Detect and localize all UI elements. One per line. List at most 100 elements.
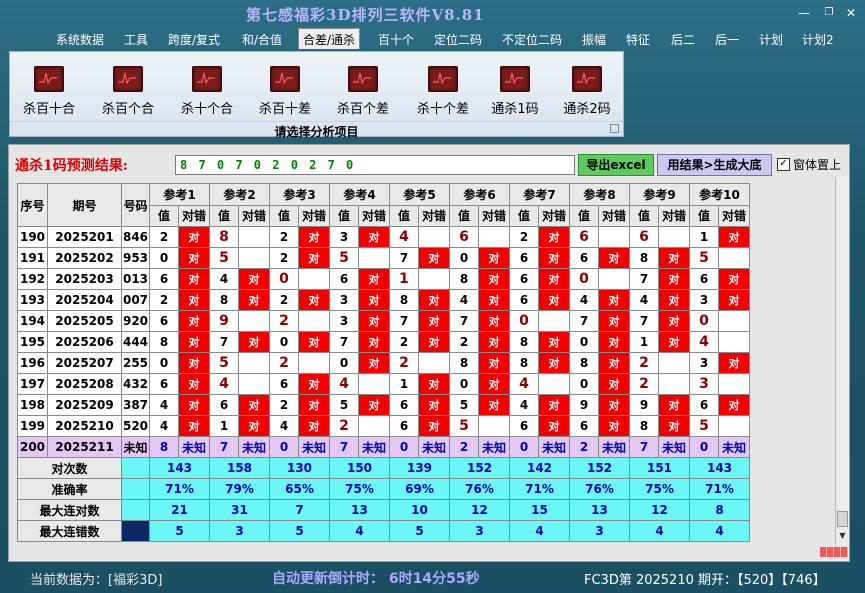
menu-plan2[interactable]: 计划2 <box>802 31 834 48</box>
result-cell: 对 <box>478 289 510 311</box>
ribbon-button-4[interactable]: 杀百十差 <box>250 66 320 117</box>
result-cell <box>658 226 690 248</box>
stats-row: 最大连对数 21 31 7 13 10 12 15 13 12 8 <box>17 499 750 521</box>
menu-span[interactable]: 跨度/复式 <box>168 31 220 48</box>
result-field[interactable]: 8 7 0 7 0 2 0 2 7 0 <box>175 155 575 175</box>
ref-header[interactable]: 参考9 <box>629 183 690 206</box>
value-cell: 7 <box>209 331 239 353</box>
stats-row: 最大连错数 5 3 5 4 5 3 4 3 4 4 <box>17 520 750 542</box>
menu-bar: 系统数据 工具 跨度/复式 和/合值 合差/通杀 百十个 定位二码 不定位二码 … <box>0 28 865 50</box>
stats-value-cell: 69% <box>389 478 450 500</box>
value-cell: 5 <box>689 247 719 269</box>
menu-system-data[interactable]: 系统数据 <box>56 31 104 48</box>
value-cell: 8 <box>209 289 239 311</box>
value-cell: 2 <box>389 331 419 353</box>
vertical-scrollbar[interactable]: ▼ <box>835 177 849 545</box>
table-row[interactable]: 198 2025209 387 4 对 6 对 2 对 5 对 6 对 5 对 4 对 9 对 9 对 6 对 <box>17 394 750 416</box>
value-cell: 0 <box>269 268 299 290</box>
table-row[interactable]: 197 2025208 432 6 对 4 6 对 4 1 对 0 对 4 0 对 2 3 <box>17 373 750 395</box>
menu-sum[interactable]: 和/合值 <box>242 31 282 48</box>
result-cell <box>238 310 270 332</box>
table-row[interactable]: 195 2025206 444 8 对 7 对 0 对 7 对 2 对 2 对 8 对 0 对 1 对 4 <box>17 331 750 353</box>
result-subheader: 对错 <box>658 204 690 227</box>
menu-positions[interactable]: 百十个 <box>378 31 414 48</box>
menu-last-two[interactable]: 后二 <box>671 31 695 48</box>
result-cell: 对 <box>358 310 390 332</box>
table-row[interactable]: 199 2025210 520 4 对 1 对 4 对 2 6 对 5 6 对 6 对 8 对 5 <box>17 415 750 437</box>
result-cell: 对 <box>538 289 570 311</box>
value-subheader: 值 <box>269 204 299 227</box>
value-cell: 1 <box>389 373 419 395</box>
export-excel-button[interactable]: 导出excel <box>578 154 654 176</box>
ribbon-button-2[interactable]: 杀百个合 <box>93 66 163 117</box>
ref-header[interactable]: 参考4 <box>329 183 390 206</box>
value-cell: 9 <box>209 310 239 332</box>
stats-value-cell: 130 <box>269 457 330 479</box>
stats-value-cell: 15 <box>509 499 570 521</box>
ribbon-expand-icon[interactable] <box>610 124 619 133</box>
stats-value-cell: 4 <box>629 520 690 542</box>
topmost-toggle[interactable]: ✓ 窗体置上 <box>777 156 841 173</box>
result-subheader: 对错 <box>538 204 570 227</box>
value-cell: 0 <box>449 247 479 269</box>
ref-header[interactable]: 参考6 <box>449 183 510 206</box>
value-cell: 2 <box>449 331 479 353</box>
ref-header[interactable]: 参考10 <box>689 183 750 206</box>
minimize-icon[interactable]: — <box>793 6 815 20</box>
menu-sumdiff-kill[interactable]: 合差/通杀 <box>298 28 361 49</box>
menu-last-one[interactable]: 后一 <box>715 31 739 48</box>
ribbon-button-3[interactable]: 杀十个合 <box>172 66 242 117</box>
result-cell: 对 <box>658 415 690 437</box>
table-row[interactable]: 194 2025205 920 6 对 9 2 3 对 7 对 7 对 0 7 对 7 对 0 <box>17 310 750 332</box>
restore-icon[interactable]: ❐ <box>818 6 840 20</box>
ref-header[interactable]: 参考7 <box>509 183 570 206</box>
menu-amplitude[interactable]: 振幅 <box>582 31 606 48</box>
value-cell: 6 <box>629 226 659 248</box>
generate-base-button[interactable]: 用结果>生成大底 <box>657 154 772 176</box>
menu-features[interactable]: 特征 <box>626 31 650 48</box>
result-cell: 对 <box>478 331 510 353</box>
result-cell: 对 <box>598 289 630 311</box>
value-cell: 2 <box>269 247 299 269</box>
ribbon-button-label: 杀百个差 <box>336 102 389 117</box>
ref-header[interactable]: 参考2 <box>209 183 270 206</box>
menu-unfixed-two[interactable]: 不定位二码 <box>502 31 562 48</box>
table-row[interactable]: 191 2025202 953 0 对 5 2 对 5 7 对 0 对 6 对 6 对 8 对 5 <box>17 247 750 269</box>
table-row[interactable]: 196 2025207 255 0 对 5 2 0 对 2 8 对 8 对 8 对 2 3 对 <box>17 352 750 374</box>
menu-fixed-two[interactable]: 定位二码 <box>434 31 482 48</box>
result-cell: 对 <box>658 268 690 290</box>
ribbon-button-5[interactable]: 杀百个差 <box>328 66 398 117</box>
value-subheader: 值 <box>209 204 239 227</box>
ribbon-button-1[interactable]: 杀百十合 <box>14 66 84 117</box>
value-cell: 6 <box>569 247 599 269</box>
ribbon-button-label: 杀百十合 <box>22 102 75 117</box>
ribbon-button-7[interactable]: 通杀1码 <box>480 66 550 117</box>
result-cell: 对 <box>298 394 330 416</box>
table-row[interactable]: 192 2025203 013 6 对 4 对 0 6 对 1 8 对 6 对 0 7 对 6 对 <box>17 268 750 290</box>
code-cell: 444 <box>121 331 150 353</box>
table-row[interactable]: 193 2025204 007 2 对 8 对 2 对 3 对 8 对 4 对 6 对 4 对 4 对 3 对 <box>17 289 750 311</box>
chart-icon <box>192 66 222 92</box>
ref-header[interactable]: 参考5 <box>389 183 450 206</box>
menu-plan[interactable]: 计划 <box>759 31 783 48</box>
result-cell: 对 <box>298 226 330 248</box>
ref-header[interactable]: 参考8 <box>569 183 630 206</box>
ref-header[interactable]: 参考1 <box>149 183 210 206</box>
scroll-down-icon[interactable]: ▼ <box>837 529 848 543</box>
ribbon-button-8[interactable]: 通杀2码 <box>552 66 622 117</box>
close-icon[interactable]: ✕ <box>840 6 862 20</box>
menu-tools[interactable]: 工具 <box>124 31 148 48</box>
scrollbar-thumb[interactable] <box>837 511 848 527</box>
predicted-result-cell: 未知 <box>298 436 330 458</box>
value-cell: 6 <box>569 415 599 437</box>
topmost-checkbox[interactable]: ✓ <box>777 158 790 171</box>
result-subheader: 对错 <box>718 204 750 227</box>
value-subheader: 值 <box>389 204 419 227</box>
predicted-result-cell: 未知 <box>178 436 210 458</box>
prediction-row[interactable]: 200 2025211 未知 8 未知 7 未知 0 未知 7 未知 0 未知 2 未知 0 未知 2 未知 7 未知 0… <box>17 436 750 458</box>
code-cell: 387 <box>121 394 150 416</box>
stats-blank-cell <box>121 457 150 479</box>
ribbon-button-6[interactable]: 杀十个差 <box>408 66 478 117</box>
ref-header[interactable]: 参考3 <box>269 183 330 206</box>
table-row[interactable]: 190 2025201 846 2 对 8 2 对 3 对 4 6 2 对 6 6 1 对 <box>17 226 750 248</box>
